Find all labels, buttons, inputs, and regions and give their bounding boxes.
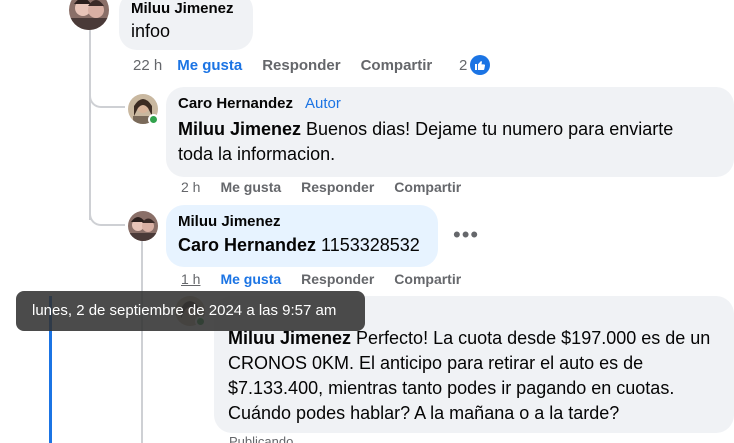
share-button[interactable]: Compartir <box>394 271 461 287</box>
comment-bubble: Caro Hernandez Autor Miluu Jimenez Buenos… <box>166 87 734 177</box>
reaction-summary[interactable]: 2 <box>459 55 491 75</box>
timestamp-tooltip: lunes, 2 de septiembre de 2024 a las 9:5… <box>16 291 365 331</box>
share-button[interactable]: Compartir <box>361 57 433 74</box>
author-badge: Autor <box>305 95 341 112</box>
reply-button[interactable]: Responder <box>301 179 374 195</box>
comment-author[interactable]: Caro Hernandez <box>178 95 293 112</box>
comment-author[interactable]: Miluu Jimenez <box>131 0 241 18</box>
comment-text: Miluu Jimenez Buenos dias! Dejame tu num… <box>178 119 674 164</box>
comment-bubble: Miluu Jimenez infoo <box>119 0 253 50</box>
comment-actions: 1 h Me gusta Responder Compartir <box>181 271 481 287</box>
comment-actions: 22 h Me gusta Responder Compartir <box>133 57 452 74</box>
like-button[interactable]: Me gusta <box>177 57 242 74</box>
thread-connector <box>89 84 125 108</box>
mention-link[interactable]: Miluu Jimenez <box>178 119 301 139</box>
mention-link[interactable]: Caro Hernandez <box>178 235 316 255</box>
comment-actions: 2 h Me gusta Responder Compartir <box>181 179 481 195</box>
reply-button[interactable]: Responder <box>301 271 374 287</box>
comment-text: Miluu Jimenez Perfecto! La cuota desde $… <box>228 328 711 423</box>
thread-line-main <box>89 30 91 220</box>
mention-link[interactable]: Miluu Jimenez <box>228 328 351 348</box>
like-button[interactable]: Me gusta <box>220 179 281 195</box>
share-button[interactable]: Compartir <box>394 179 461 195</box>
comment-bubble: Miluu Jimenez Caro Hernandez 1153328532 <box>166 205 438 267</box>
comment-author[interactable]: Miluu Jimenez <box>178 213 426 231</box>
more-dots-icon[interactable]: ••• <box>453 224 479 246</box>
like-button[interactable]: Me gusta <box>220 271 281 287</box>
thread-line-nested <box>141 240 143 443</box>
comment-text: Caro Hernandez 1153328532 <box>178 235 420 255</box>
avatar[interactable] <box>69 0 109 30</box>
comment-timestamp[interactable]: 1 h <box>181 271 200 287</box>
reply-button[interactable]: Responder <box>262 57 340 74</box>
reaction-count: 2 <box>459 56 468 74</box>
avatar[interactable] <box>128 211 158 241</box>
comment-timestamp[interactable]: 22 h <box>133 57 162 74</box>
comment-text: infoo <box>131 21 171 41</box>
comment-timestamp[interactable]: 2 h <box>181 179 200 195</box>
publishing-status: Publicando... <box>229 434 305 443</box>
thumbs-up-icon <box>470 55 491 75</box>
online-status-icon <box>148 114 159 125</box>
thread-connector <box>89 200 125 226</box>
